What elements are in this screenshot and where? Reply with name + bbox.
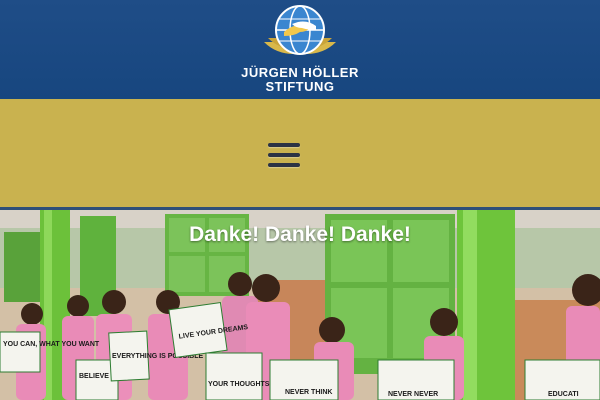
sign-text-1: YOU CAN, WHAT YOU WANT (3, 341, 100, 348)
site-logo[interactable]: JÜRGEN HÖLLER STIFTUNG (0, 0, 600, 99)
sign-text-6: NEVER THINK (285, 389, 332, 396)
sign-text-7: NEVER NEVER (388, 391, 438, 398)
hamburger-menu-icon[interactable] (268, 141, 300, 169)
logo-name: JÜRGEN HÖLLER (241, 65, 359, 80)
hero-title: Danke! Danke! Danke! (189, 223, 411, 246)
sign-text-8: EDUCATI (548, 391, 579, 398)
logo-subname: STIFTUNG (265, 79, 335, 94)
nav-bar (0, 99, 600, 210)
globe-hands-icon (264, 5, 336, 55)
